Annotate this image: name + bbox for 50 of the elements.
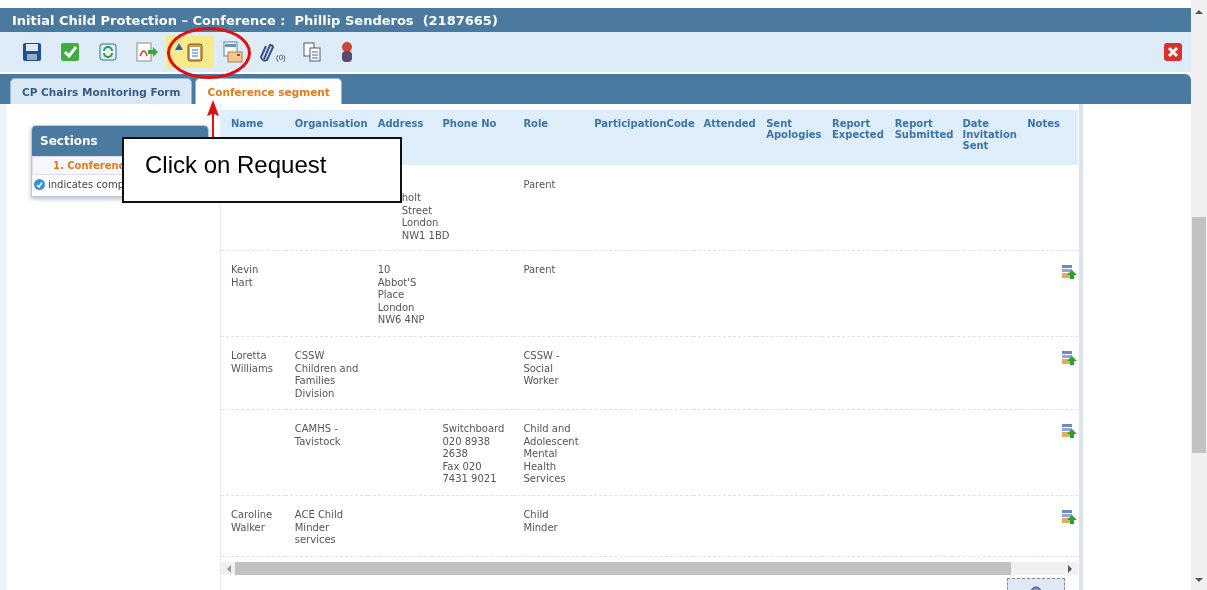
column-header: Report Expected: [831, 118, 884, 140]
column-header: Date Invitation Sent: [962, 118, 1017, 151]
attach-button[interactable]: (0): [252, 36, 294, 68]
tick-icon: [60, 42, 80, 62]
table-cell: Parent: [523, 179, 556, 190]
column-header: Attended: [703, 118, 756, 129]
form-envelope-icon: [222, 41, 244, 63]
note-upload-icon[interactable]: [1061, 423, 1078, 439]
complete-check-icon: [34, 179, 45, 190]
note-upload-icon[interactable]: [1061, 350, 1078, 366]
column-header: ParticipationCode: [594, 118, 695, 129]
table-cell: 10 Abbot'S Place London NW6 4NP: [377, 264, 425, 325]
table-cell: holt Street London NW1 1BD: [401, 192, 450, 242]
close-button[interactable]: [1163, 42, 1183, 62]
table-cell: Caroline Walker: [231, 509, 273, 533]
instruction-tooltip: Click on Request: [122, 137, 402, 203]
column-header: Address: [377, 118, 424, 129]
table-cell: Parent: [523, 264, 556, 275]
clipboard-alert-icon: [174, 42, 206, 62]
table-cell: CAMHS - Tavistock: [294, 423, 341, 447]
column-header: Phone No: [442, 118, 497, 129]
table-cell: Kevin Hart: [231, 264, 259, 288]
column-header: Notes: [1027, 118, 1060, 129]
search-button[interactable]: [1007, 578, 1065, 590]
paperclip-icon: [260, 41, 274, 63]
copy-documents-icon: [301, 42, 322, 62]
column-header: Organisation: [294, 118, 368, 129]
tab[interactable]: CP Chairs Monitoring Form: [10, 78, 193, 104]
column-header: Sent Apologies: [766, 118, 822, 140]
window-title: Initial Child Protection – Conference : Phillip Senderos (2187665): [12, 12, 498, 28]
column-header: Report Submitted: [894, 118, 954, 140]
table-cell: CSSW - Social Worker: [523, 350, 560, 386]
vertical-scrollbar[interactable]: [1191, 0, 1207, 590]
tab[interactable]: Conference segment: [195, 78, 342, 104]
table-cell: ACE Child Minder services: [294, 509, 344, 545]
note-upload-icon[interactable]: [1061, 509, 1078, 525]
person-icon: [339, 41, 354, 63]
request-button[interactable]: [166, 36, 214, 68]
table-cell: Child and Adolescent Mental Health Services: [523, 423, 579, 484]
horizontal-scrollbar[interactable]: [221, 562, 1078, 575]
column-header: Name: [231, 118, 264, 129]
note-upload-icon[interactable]: [1061, 264, 1078, 280]
document-export-icon: [136, 42, 158, 62]
table-cell: CSSW Children and Families Division: [294, 350, 359, 399]
close-icon: [1163, 42, 1183, 62]
table-cell: Child Minder: [523, 509, 558, 533]
table-cell: Loretta Williams: [231, 350, 273, 374]
table-cell: Switchboard 020 8938 2638 Fax 020 7431 9021: [442, 423, 505, 484]
column-header: Role: [523, 118, 549, 129]
refresh-icon: [98, 42, 118, 62]
